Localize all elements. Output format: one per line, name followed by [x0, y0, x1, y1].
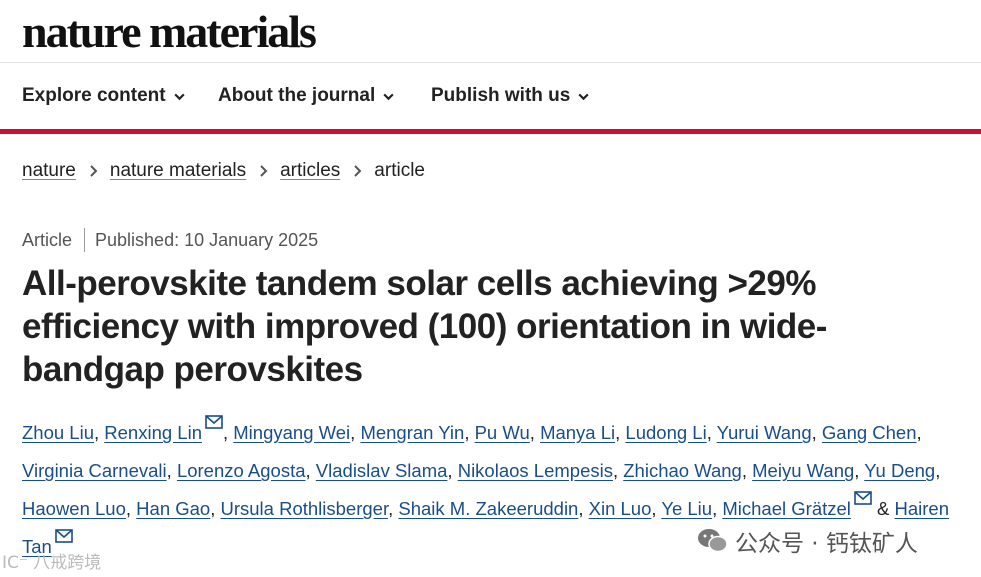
author-link[interactable]: Han Gao [136, 498, 210, 519]
wechat-icon [698, 529, 728, 553]
chevron-right-icon [260, 165, 268, 177]
site-header: nature materials [0, 0, 981, 63]
accent-rule [0, 129, 981, 134]
breadcrumb-nature-materials[interactable]: nature materials [110, 160, 246, 182]
author-link[interactable]: Ursula Rothlisberger [221, 498, 389, 519]
author-link[interactable]: Nikolaos Lempesis [458, 460, 613, 481]
author-link[interactable]: Yu Deng [864, 460, 935, 481]
author-link[interactable]: Ye Liu [661, 498, 712, 519]
breadcrumb-current: article [374, 160, 425, 181]
author-link[interactable]: Yurui Wang [717, 422, 812, 443]
nav-publish-with-us[interactable]: Publish with us [431, 85, 590, 107]
author-link[interactable]: Haowen Luo [22, 498, 126, 519]
chevron-down-icon [383, 93, 394, 100]
watermark-text: 公众号 · 钙钛矿人 [735, 531, 918, 557]
nav-label: Publish with us [431, 85, 571, 106]
nav-explore-content[interactable]: Explore content [22, 85, 186, 107]
author-link[interactable]: Meiyu Wang [752, 460, 854, 481]
author-link[interactable]: Mingyang Wei [233, 422, 350, 443]
nav-label: About the journal [218, 85, 376, 106]
author-link[interactable]: Manya Li [540, 422, 615, 443]
main-nav: Explore content About the journal Publis… [0, 63, 981, 129]
breadcrumb-nature[interactable]: nature [22, 160, 76, 182]
author-link[interactable]: Lorenzo Agosta [177, 460, 306, 481]
author-link[interactable]: Vladislav Slama [316, 460, 448, 481]
article-meta: Article Published: 10 January 2025 [22, 228, 318, 252]
breadcrumb-articles[interactable]: articles [280, 160, 340, 182]
meta-divider [84, 228, 86, 252]
mail-icon[interactable] [55, 529, 73, 543]
author-link[interactable]: Pu Wu [475, 422, 530, 443]
corner-watermark: IC⁻ 八戒跨境 [2, 553, 102, 573]
author-link[interactable]: Mengran Yin [360, 422, 464, 443]
chevron-down-icon [578, 93, 589, 100]
journal-logo[interactable]: nature materials [22, 4, 317, 60]
author-link[interactable]: Zhichao Wang [623, 460, 742, 481]
nav-label: Explore content [22, 85, 166, 106]
breadcrumb: nature nature materials articles article [22, 160, 425, 182]
nav-about-journal[interactable]: About the journal [218, 85, 395, 107]
article-type: Article [22, 229, 73, 250]
mail-icon[interactable] [854, 491, 872, 505]
author-link[interactable]: Ludong Li [625, 422, 706, 443]
mail-icon[interactable] [205, 415, 223, 429]
author-link[interactable]: Renxing Lin [104, 422, 202, 443]
author-link[interactable]: Zhou Liu [22, 422, 94, 443]
chevron-down-icon [173, 93, 185, 100]
author-link[interactable]: Michael Grätzel [722, 498, 851, 519]
ampersand: & [877, 498, 890, 519]
published-date: Published: 10 January 2025 [95, 229, 319, 250]
chevron-right-icon [354, 165, 362, 177]
wechat-watermark: 公众号 · 钙钛矿人 [697, 524, 918, 558]
chevron-right-icon [90, 165, 98, 177]
author-link[interactable]: Shaik M. Zakeeruddin [398, 498, 578, 519]
author-link[interactable]: Virginia Carnevali [22, 460, 167, 481]
author-link[interactable]: Xin Luo [589, 498, 652, 519]
author-link[interactable]: Gang Chen [822, 422, 917, 443]
article-title: All-perovskite tandem solar cells achiev… [22, 264, 827, 389]
